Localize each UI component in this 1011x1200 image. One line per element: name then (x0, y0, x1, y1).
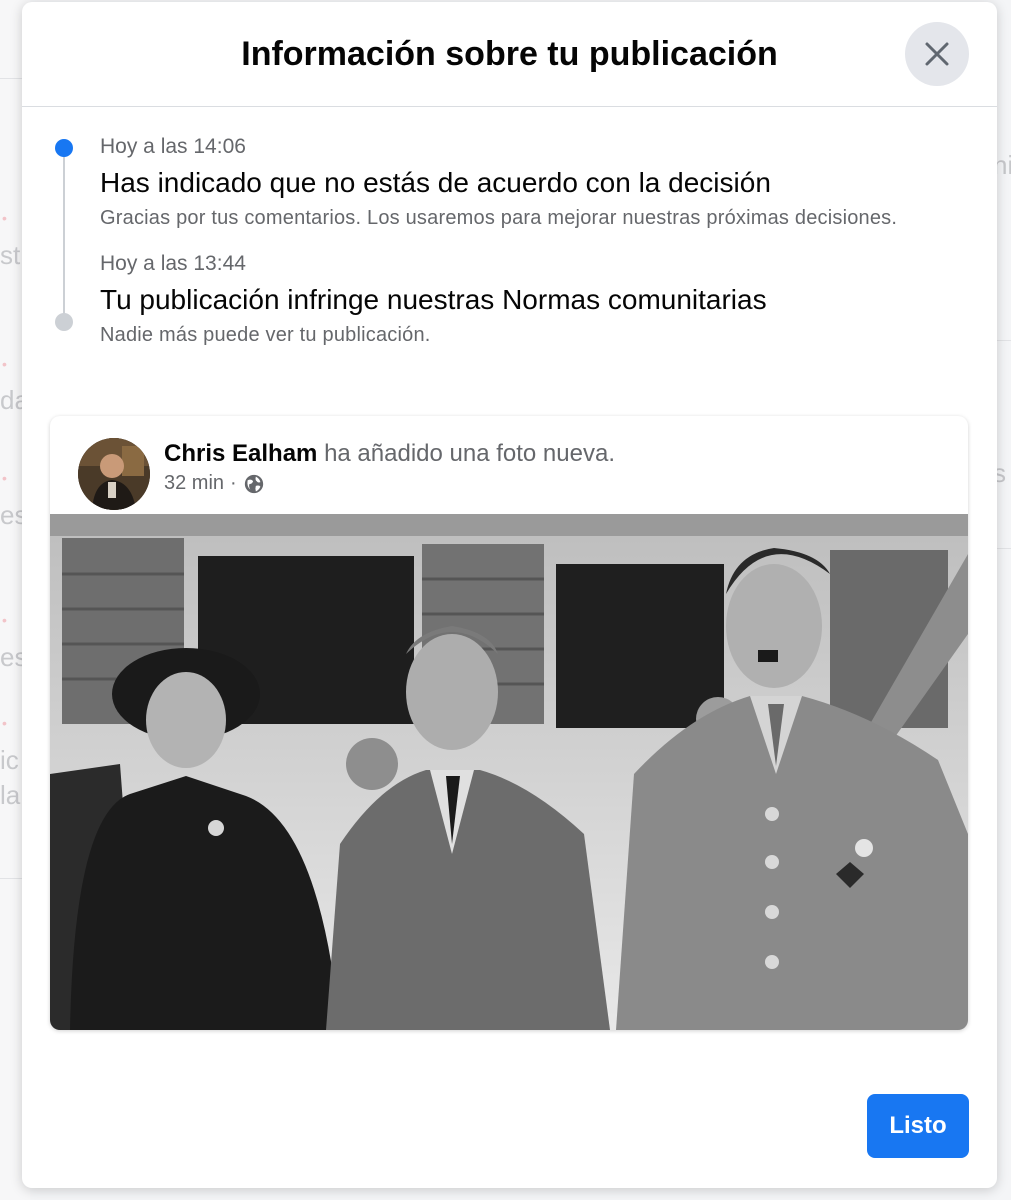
background-fragment: • (2, 715, 7, 731)
background-fragment: • (2, 210, 7, 226)
post-meta: 32 min · (164, 472, 265, 495)
post-timestamp[interactable]: 32 min (164, 472, 224, 495)
timeline-description: Gracias por tus comentarios. Los usaremo… (100, 207, 898, 229)
dialog-title: Información sobre tu publicación (241, 34, 778, 73)
background-fragment: • (2, 612, 7, 628)
post-preview-card: Chris Ealham ha añadido una foto nueva. … (50, 416, 968, 1030)
post-attribution: Chris Ealham ha añadido una foto nueva. (164, 438, 615, 470)
post-photo[interactable] (50, 514, 968, 1030)
timeline-entry: Hoy a las 14:06 Has indicado que no está… (52, 132, 972, 231)
background-divider (997, 340, 1011, 341)
background-fragment: • (2, 470, 7, 486)
status-timeline: Hoy a las 14:06 Has indicado que no está… (52, 132, 972, 348)
timeline-time: Hoy a las 13:44 (100, 252, 246, 275)
meta-separator: · (230, 472, 237, 494)
post-info-dialog: Información sobre tu publicación Hoy a l… (22, 2, 997, 1188)
timeline-heading: Tu publicación infringe nuestras Normas … (100, 284, 767, 315)
dialog-header: Información sobre tu publicación (22, 2, 997, 107)
post-header: Chris Ealham ha añadido una foto nueva. … (50, 416, 968, 514)
avatar[interactable] (78, 438, 150, 510)
timeline-description: Nadie más puede ver tu publicación. (100, 324, 431, 346)
background-fragment: • (2, 356, 7, 372)
globe-icon[interactable] (243, 473, 265, 495)
background-divider (0, 878, 22, 879)
timeline-heading: Has indicado que no estás de acuerdo con… (100, 167, 771, 198)
post-author-link[interactable]: Chris Ealham (164, 440, 317, 467)
timeline-time: Hoy a las 14:06 (100, 135, 246, 158)
background-divider (997, 548, 1011, 549)
timeline-entry: Hoy a las 13:44 Tu publicación infringe … (52, 249, 972, 348)
background-divider (0, 78, 22, 79)
done-button[interactable]: Listo (867, 1094, 969, 1158)
close-icon (925, 42, 949, 66)
close-button[interactable] (905, 22, 969, 86)
post-action-text: ha añadido una foto nueva. (324, 440, 615, 467)
